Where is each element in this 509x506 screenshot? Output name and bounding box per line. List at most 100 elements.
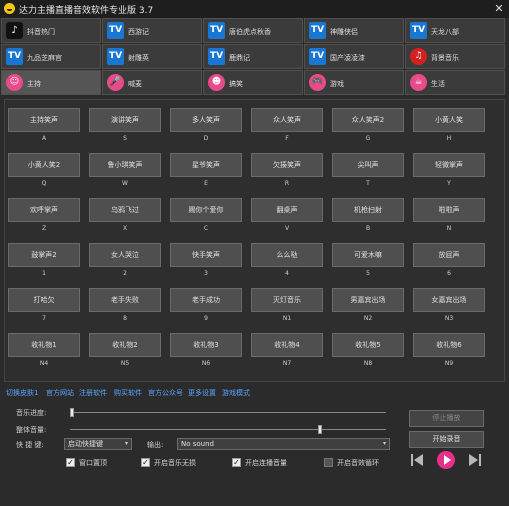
stop-playback-button[interactable]: 停止播放 — [409, 410, 484, 427]
sound-hotkey-label: N2 — [363, 315, 373, 322]
sound-button[interactable]: 放屁声 — [413, 243, 485, 267]
sound-button[interactable]: 女嘉宾出场 — [413, 288, 485, 312]
category-tab[interactable]: ☻ 搞笑 — [203, 70, 303, 95]
sound-button[interactable]: 收礼物4 — [251, 333, 323, 357]
category-tab[interactable]: TV 唐伯虎点秋香 — [203, 18, 303, 43]
checkbox[interactable]: ✓ — [66, 458, 75, 467]
sound-button[interactable]: 打哈欠 — [8, 288, 80, 312]
sound-button[interactable]: 可爱木嘛 — [332, 243, 404, 267]
previous-track-icon[interactable] — [410, 452, 424, 468]
sound-hotkey-label: N6 — [201, 360, 211, 367]
category-tab[interactable]: TV 鹿鼎记 — [203, 44, 303, 69]
link-item[interactable]: 官方公众号 — [148, 388, 183, 398]
sound-button[interactable]: 多人笑声 — [170, 108, 242, 132]
sound-button[interactable]: 收礼物2 — [89, 333, 161, 357]
sound-button[interactable]: 小黄人笑 — [413, 108, 485, 132]
tv-icon: TV — [208, 22, 225, 39]
play-button-icon[interactable] — [436, 450, 456, 470]
sound-button[interactable]: 演讲笑声 — [89, 108, 161, 132]
music-progress-track[interactable] — [70, 412, 386, 413]
next-track-icon[interactable] — [468, 452, 482, 468]
checkbox[interactable]: ✓ — [232, 458, 241, 467]
sound-hotkey-label: 7 — [42, 315, 46, 322]
sound-button[interactable]: 星爷笑声 — [170, 153, 242, 177]
sound-button[interactable]: 女人哭泣 — [89, 243, 161, 267]
category-tab[interactable]: ☺ 主持 — [1, 70, 101, 95]
sound-hotkey-label: 5 — [366, 270, 370, 277]
sound-button[interactable]: 小黄人笑2 — [8, 153, 80, 177]
link-item[interactable]: 切换皮肤1 — [6, 388, 38, 398]
laugh-icon: ☻ — [208, 74, 225, 91]
sound-button[interactable]: 欠揍笑声 — [251, 153, 323, 177]
sound-button[interactable]: 众人笑声 — [251, 108, 323, 132]
category-tab[interactable]: TV 国产凌凌漆 — [304, 44, 404, 69]
sound-hotkey-label: H — [446, 135, 452, 142]
category-tab-label: 主持 — [27, 80, 41, 88]
sound-button[interactable]: 收礼物3 — [170, 333, 242, 357]
sound-button[interactable]: 收礼物6 — [413, 333, 485, 357]
category-tab[interactable]: TV 神雕侠侣 — [304, 18, 404, 43]
link-item[interactable]: 更多设置 — [188, 388, 216, 398]
link-item[interactable]: 官方网站 — [46, 388, 74, 398]
sound-button[interactable]: 欢呼掌声 — [8, 198, 80, 222]
category-tab[interactable]: 🎤 喊麦 — [102, 70, 202, 95]
sound-button[interactable]: 收礼物1 — [8, 333, 80, 357]
window-title: 达力主播直播音效软件专业版 3.7 — [19, 6, 154, 16]
sound-button[interactable]: 么么哒 — [251, 243, 323, 267]
output-select-value: No sound — [181, 440, 214, 448]
sound-button[interactable]: 灭灯音乐 — [251, 288, 323, 312]
sound-button[interactable]: 主持笑声 — [8, 108, 80, 132]
category-tab-label: 西游记 — [128, 28, 149, 36]
category-tab[interactable]: TV 射雕英 — [102, 44, 202, 69]
close-window-button[interactable]: ✕ — [489, 0, 509, 18]
app-logo-icon — [4, 3, 15, 14]
sound-button[interactable]: 啦啦声 — [413, 198, 485, 222]
sound-button[interactable]: 乌鸦飞过 — [89, 198, 161, 222]
category-tab-label: 抖音热门 — [27, 28, 55, 36]
sound-button[interactable]: 众人笑声2 — [332, 108, 404, 132]
sound-button[interactable]: 鲁小琪笑声 — [89, 153, 161, 177]
hotkey-select[interactable]: 启动快捷键 ▾ — [64, 438, 132, 450]
sound-button[interactable]: 收礼物5 — [332, 333, 404, 357]
volume-track[interactable] — [70, 429, 386, 430]
sound-button[interactable]: 翻桌声 — [251, 198, 323, 222]
category-tab[interactable]: 🎮 游戏 — [304, 70, 404, 95]
volume-thumb[interactable] — [318, 425, 322, 434]
music-progress-thumb[interactable] — [70, 408, 74, 417]
link-item[interactable]: 注册软件 — [79, 388, 107, 398]
checkbox[interactable]: ✓ — [141, 458, 150, 467]
chevron-down-icon: ▾ — [382, 440, 386, 447]
checkbox[interactable]: ✓ — [324, 458, 333, 467]
category-tab-label: 射雕英 — [128, 54, 149, 62]
category-tab-label: 唐伯虎点秋香 — [229, 28, 271, 36]
checkbox-label: 窗口置顶 — [79, 459, 107, 467]
music-icon: ♫ — [410, 48, 427, 65]
sound-button[interactable]: 老手成功 — [170, 288, 242, 312]
sound-hotkey-label: R — [284, 180, 290, 187]
sound-button[interactable]: 快手笑声 — [170, 243, 242, 267]
sound-button[interactable]: 机枪扫射 — [332, 198, 404, 222]
sound-hotkey-label: 4 — [285, 270, 289, 277]
sound-button[interactable]: 男嘉宾出场 — [332, 288, 404, 312]
category-tab[interactable]: TV 天龙八部 — [405, 18, 505, 43]
sound-button[interactable]: 鼓掌声2 — [8, 243, 80, 267]
sound-hotkey-label: Y — [447, 180, 451, 187]
sound-button[interactable]: 尖叫声 — [332, 153, 404, 177]
sound-hotkey-label: B — [365, 225, 371, 232]
link-item[interactable]: 购买软件 — [114, 388, 142, 398]
category-tab[interactable]: ☕ 生活 — [405, 70, 505, 95]
category-tab[interactable]: TV 西游记 — [102, 18, 202, 43]
microphone-icon: 🎤 — [107, 74, 124, 91]
category-tab[interactable]: TV 九品芝麻官 — [1, 44, 101, 69]
category-tab[interactable]: ♫ 背景音乐 — [405, 44, 505, 69]
category-tab-label: 游戏 — [330, 80, 344, 88]
link-item[interactable]: 游戏模式 — [222, 388, 250, 398]
category-tab[interactable]: ♪ 抖音热门 — [1, 18, 101, 43]
tv-icon: TV — [107, 48, 124, 65]
sound-button[interactable]: 赐你个爱你 — [170, 198, 242, 222]
sound-hotkey-label: 8 — [123, 315, 127, 322]
sound-button[interactable]: 轻微掌声 — [413, 153, 485, 177]
sound-button[interactable]: 老手失败 — [89, 288, 161, 312]
start-recording-button[interactable]: 开始录音 — [409, 431, 484, 448]
output-select[interactable]: No sound ▾ — [177, 438, 390, 450]
